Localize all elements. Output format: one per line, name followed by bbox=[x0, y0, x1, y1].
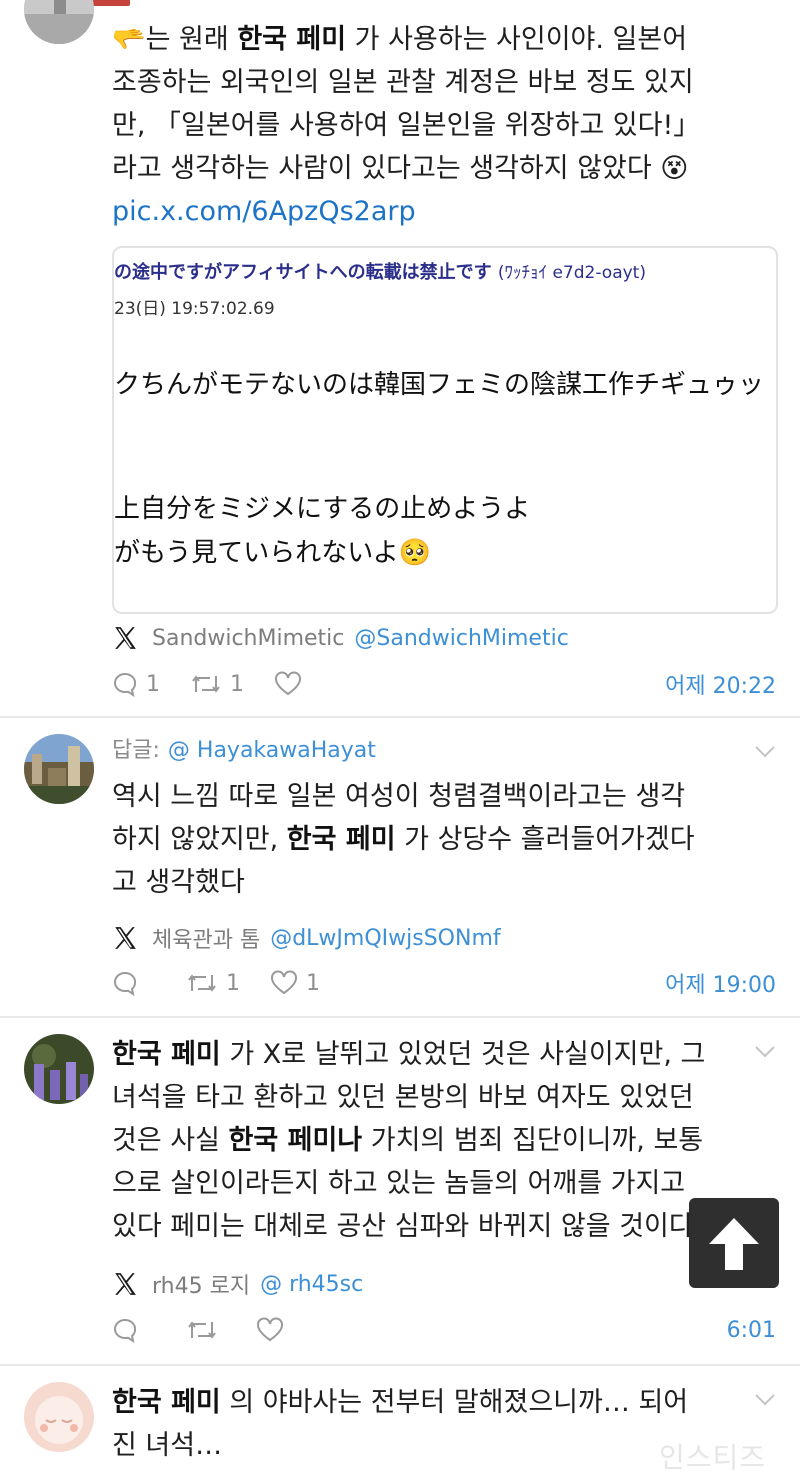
quote-line: がもう見ていられないよ🥺 bbox=[114, 538, 432, 568]
quote-line: 上自分をミジメにするの止めようよ bbox=[114, 494, 531, 524]
quote-line: クちんがモテないのは韓国フェミの陰謀工作チギュゥッ bbox=[114, 370, 765, 400]
quoted-image[interactable]: の途中ですがアフィサイトへの転載は禁止です (ﾜｯﾁｮｲ e7d2-oayt) … bbox=[112, 246, 778, 614]
like-button[interactable] bbox=[274, 671, 310, 697]
reply-to-handle[interactable]: @ HayakawaHayat bbox=[168, 738, 376, 763]
divider bbox=[0, 716, 800, 718]
post-time[interactable]: 어제 20:22 bbox=[665, 668, 776, 700]
dizzy-face-emoji: 😵 bbox=[660, 153, 689, 184]
like-button[interactable]: 1 bbox=[270, 970, 320, 996]
reply-count: 1 bbox=[146, 671, 160, 697]
heart-icon bbox=[275, 671, 301, 696]
repost-button[interactable]: 1 bbox=[186, 971, 240, 996]
reply-button[interactable] bbox=[112, 1317, 146, 1343]
like-button[interactable] bbox=[256, 1317, 292, 1343]
heart-icon bbox=[257, 1317, 283, 1342]
heart-icon bbox=[271, 970, 297, 995]
avatar[interactable] bbox=[24, 1034, 94, 1104]
reply-icon bbox=[114, 672, 137, 697]
avatar[interactable] bbox=[24, 1382, 94, 1452]
watermark: 인스티즈 bbox=[658, 1441, 766, 1474]
repost-button[interactable] bbox=[186, 1318, 226, 1342]
reply-to-label: 답글: @ HayakawaHayat bbox=[112, 738, 376, 763]
chevron-down-icon[interactable] bbox=[754, 745, 776, 759]
quote-header: の途中ですがアフィサイトへの転載は禁止です (ﾜｯﾁｮｲ e7d2-oayt) bbox=[114, 262, 646, 283]
arrow-up-icon bbox=[709, 1218, 759, 1270]
reply-icon bbox=[114, 1318, 137, 1343]
reply-icon bbox=[114, 971, 137, 996]
post-text: 한국 페미 가 X로 날뛰고 있었던 것은 사실이지만, 그 녀석을 타고 환하… bbox=[112, 1039, 706, 1242]
repost-icon bbox=[188, 974, 216, 992]
repost-count: 1 bbox=[226, 970, 240, 996]
x-logo-icon bbox=[115, 927, 136, 949]
avatar[interactable] bbox=[24, 0, 94, 44]
post-text: 역시 느낌 따로 일본 여성이 청렴결백이라고는 생각 하지 않았지만, 한국 … bbox=[112, 781, 695, 898]
x-logo-icon bbox=[115, 627, 136, 649]
repost-count: 1 bbox=[230, 671, 244, 697]
reply-button[interactable] bbox=[112, 970, 146, 996]
post-author[interactable]: rh45 로지 @ rh45sc bbox=[112, 1264, 776, 1304]
pointing-hand-emoji: 🫳 bbox=[112, 24, 146, 55]
author-name: rh45 로지 bbox=[152, 1274, 251, 1299]
post-author[interactable]: SandwichMimetic @SandwichMimetic bbox=[112, 618, 776, 658]
x-logo-icon bbox=[115, 1273, 136, 1295]
avatar[interactable] bbox=[24, 734, 94, 804]
repost-icon bbox=[188, 1321, 216, 1339]
quote-date: 23(日) 19:57:02.69 bbox=[114, 299, 275, 319]
author-name: SandwichMimetic bbox=[152, 625, 345, 651]
post-text: 🫳는 원래 한국 페미 가 사용하는 사인이야. 일본어 조종하는 외국인의 일… bbox=[112, 24, 701, 184]
repost-icon bbox=[192, 675, 220, 693]
reply-button[interactable]: 1 bbox=[112, 671, 160, 697]
author-name: 체육관과 톰 bbox=[152, 928, 261, 953]
post-time[interactable]: 6:01 bbox=[727, 1318, 776, 1343]
post-author[interactable]: 체육관과 톰 @dLwJmQIwjsSONmf bbox=[112, 918, 776, 958]
repost-button[interactable]: 1 bbox=[190, 672, 244, 697]
author-handle[interactable]: @dLwJmQIwjsSONmf bbox=[270, 926, 500, 951]
like-count: 1 bbox=[306, 970, 320, 996]
divider bbox=[0, 1016, 800, 1018]
author-handle[interactable]: @SandwichMimetic bbox=[354, 626, 568, 651]
divider bbox=[0, 1364, 800, 1366]
author-handle[interactable]: @ rh45sc bbox=[260, 1272, 363, 1297]
scroll-to-top-button[interactable] bbox=[689, 1198, 779, 1288]
post-link[interactable]: pic.x.com/6ApzQs2arp bbox=[112, 190, 776, 233]
post-time[interactable]: 어제 19:00 bbox=[665, 967, 776, 999]
